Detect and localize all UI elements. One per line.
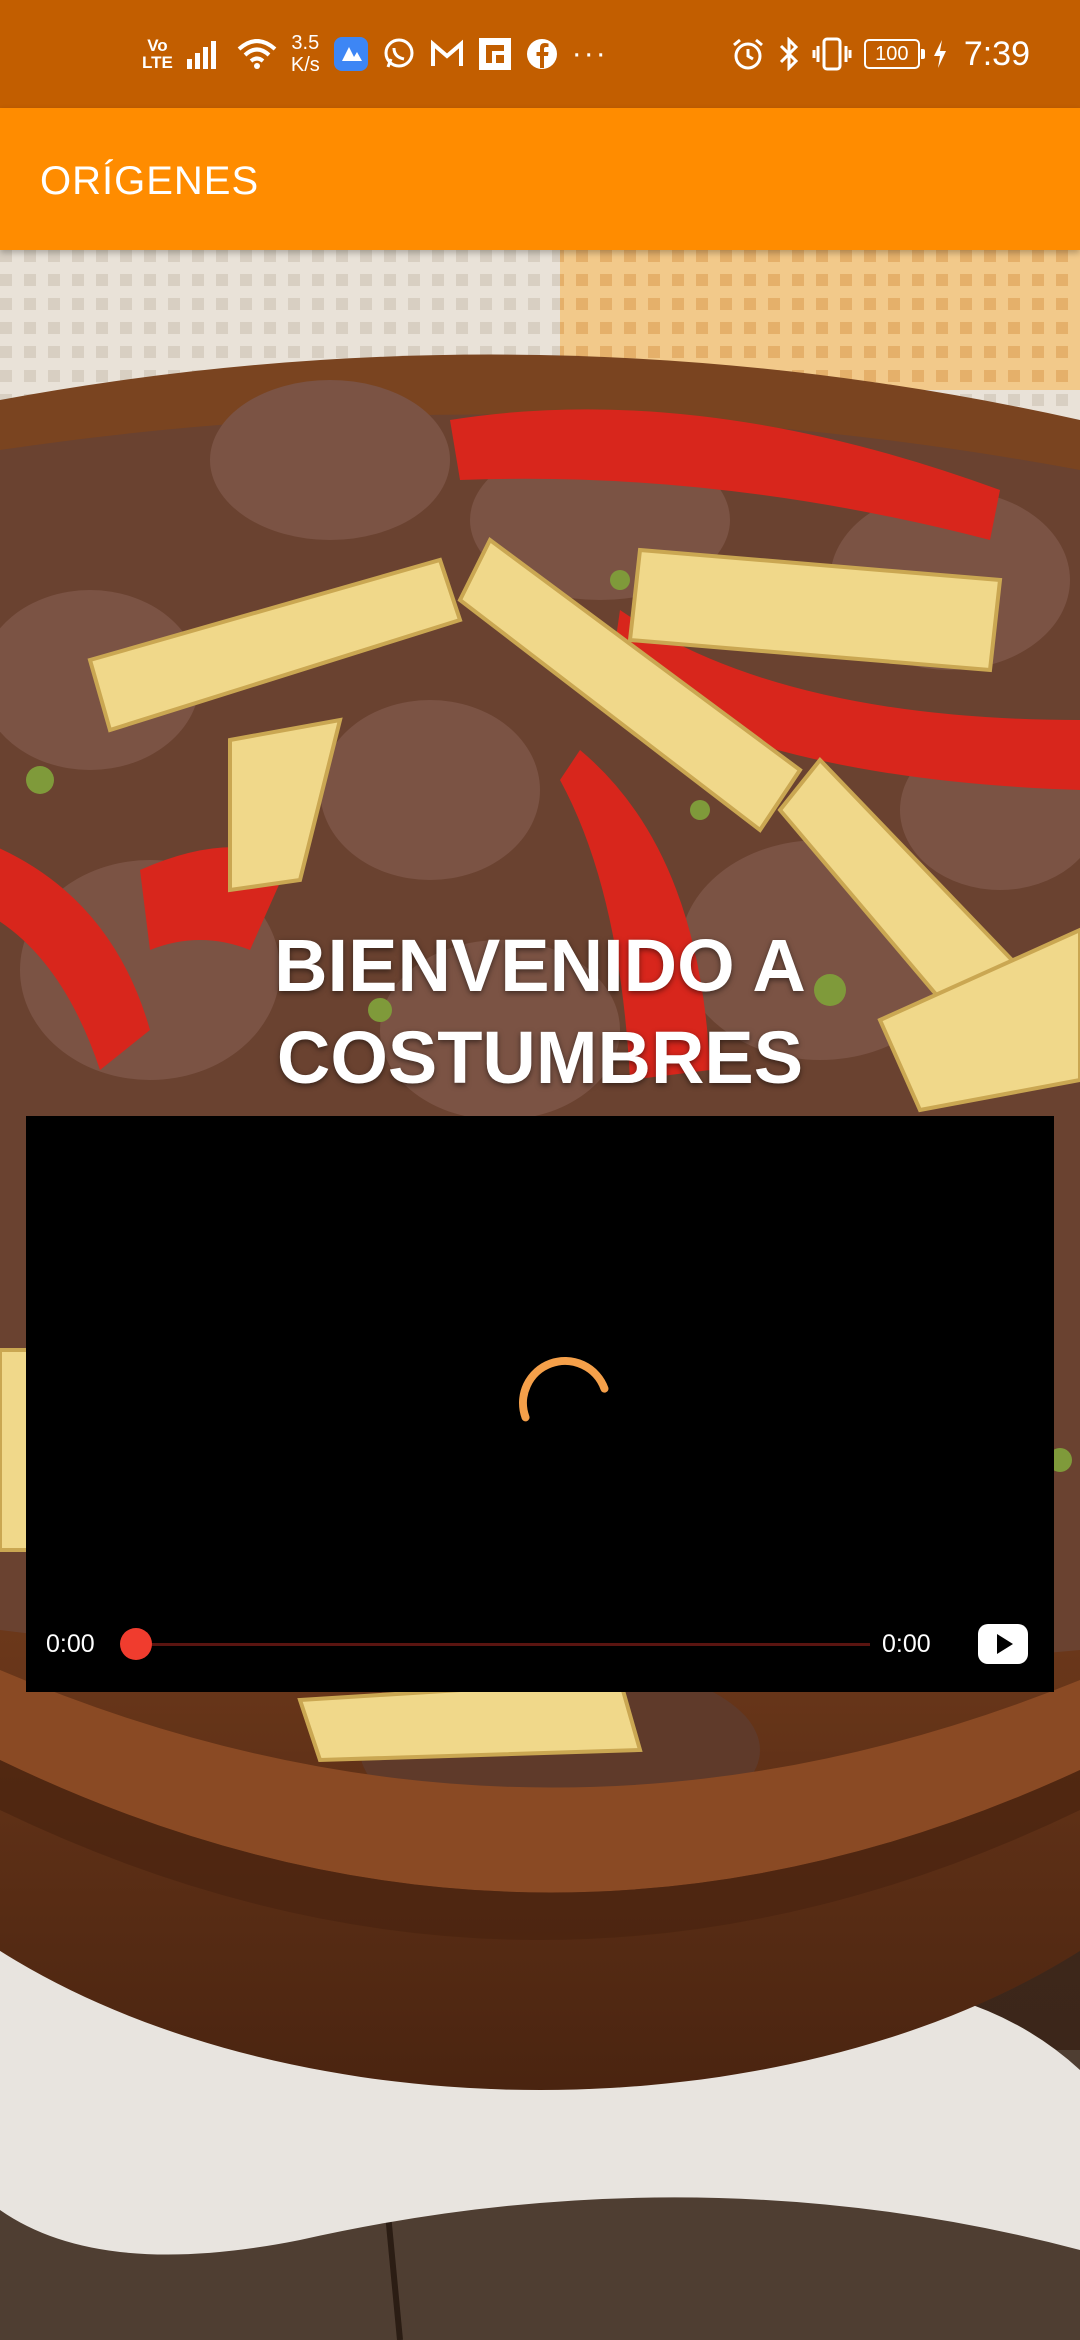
status-bar-right: 100 7:39 [730,0,1030,108]
net-speed-unit: K/s [290,54,320,76]
net-speed-value: 3.5 [291,32,320,54]
gmail-icon [430,39,464,69]
volte-indicator: Vo LTE [142,36,173,72]
play-button[interactable] [978,1624,1028,1664]
net-speed: 3.5 K/s [291,32,320,76]
welcome-line-1: BIENVENIDO A [274,924,806,1007]
app-bar: ORÍGENES [0,108,1080,250]
seek-bar[interactable] [138,1643,870,1646]
bluetooth-icon [778,37,800,71]
status-bar-left: Vo LTE 3.5 K/s ··· [142,0,608,108]
signal-icon [186,39,223,69]
wifi-icon [237,39,277,69]
vibrate-icon [812,37,852,71]
whatsapp-icon [382,37,416,71]
battery-icon: 100 [863,39,925,69]
facebook-icon [526,38,558,70]
clock: 7:39 [963,34,1030,73]
alarm-icon [730,36,766,72]
current-time: 0:00 [46,1630,95,1658]
app-title: ORÍGENES [40,159,260,203]
video-player[interactable]: 0:00 0:00 [26,1116,1054,1692]
app-badge-icon [333,37,368,71]
news-icon [478,37,512,71]
loading-spinner-icon [519,1357,609,1422]
welcome-line-2: COSTUMBRES [276,1016,804,1099]
charging-icon [932,39,948,69]
total-time: 0:00 [882,1630,931,1658]
video-controls: 0:00 0:00 [26,1614,1054,1674]
status-bar: Vo LTE 3.5 K/s ··· 100 7:39 [0,0,1080,108]
welcome-heading: BIENVENIDO A COSTUMBRES [0,920,1080,1104]
more-notifications-indicator: ··· [571,37,608,70]
seek-thumb[interactable] [120,1628,152,1660]
